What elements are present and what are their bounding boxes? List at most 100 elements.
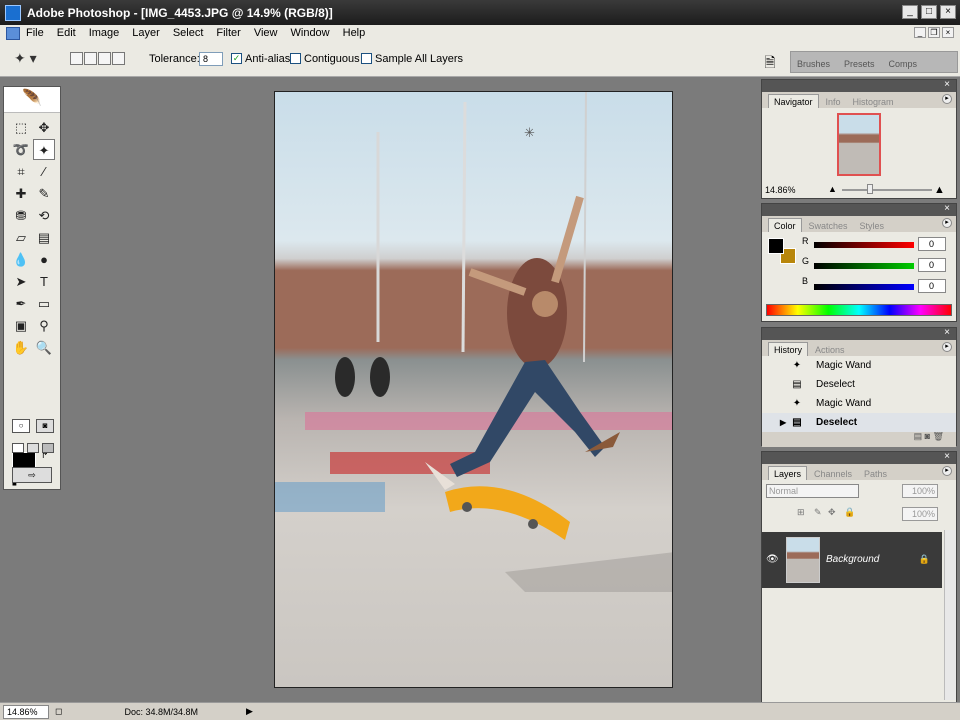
navigator-thumbnail[interactable]	[837, 113, 881, 176]
close-button[interactable]: ×	[940, 5, 956, 19]
status-icon[interactable]: ◻	[55, 706, 62, 717]
layer-row-background[interactable]: 👁 Background 🔒	[762, 532, 942, 588]
shape-tool-icon[interactable]: ▭	[33, 293, 55, 314]
tab-navigator[interactable]: Navigator	[768, 94, 819, 108]
feather-logo-icon[interactable]: 🪶	[4, 87, 60, 113]
gradient-tool-icon[interactable]: ▤	[33, 227, 55, 248]
panel-menu-icon[interactable]: ▸	[942, 342, 952, 352]
lock-all-icon[interactable]: 🔒	[844, 507, 855, 518]
menu-view[interactable]: View	[254, 27, 278, 39]
tab-color[interactable]: Color	[768, 218, 802, 232]
tab-histogram[interactable]: Histogram	[848, 95, 899, 108]
sample-all-layers-checkbox[interactable]	[361, 53, 372, 64]
screen-mode-full-icon[interactable]	[42, 443, 54, 453]
screen-mode-standard-icon[interactable]	[12, 443, 24, 453]
red-value-field[interactable]: 0	[918, 237, 946, 251]
blue-value-field[interactable]: 0	[918, 279, 946, 293]
zoom-in-icon[interactable]: ▲	[934, 184, 945, 196]
blend-mode-select[interactable]: Normal	[766, 484, 859, 498]
hand-tool-icon[interactable]: ✋	[10, 337, 32, 358]
menu-window[interactable]: Window	[291, 27, 330, 39]
menu-help[interactable]: Help	[343, 27, 366, 39]
menu-select[interactable]: Select	[173, 27, 204, 39]
tab-history[interactable]: History	[768, 342, 809, 356]
zoom-tool-icon[interactable]: 🔍	[33, 337, 55, 358]
doc-minimize-button[interactable]: _	[914, 27, 926, 38]
history-item-active[interactable]: ▶ ▤ Deselect	[762, 413, 956, 432]
well-tab-brushes[interactable]: Brushes	[797, 59, 830, 69]
move-tool-icon[interactable]: ✥	[33, 117, 55, 138]
history-item[interactable]: ✦ Magic Wand	[762, 356, 956, 375]
antialias-checkbox[interactable]: ✓	[231, 53, 242, 64]
file-browser-icon[interactable]: 🗎	[760, 52, 780, 70]
history-brush-icon[interactable]: ⟲	[33, 205, 55, 226]
slice-tool-icon[interactable]: ⁄	[33, 161, 55, 182]
status-menu-arrow-icon[interactable]: ▶	[246, 706, 253, 717]
tab-info[interactable]: Info	[821, 95, 846, 108]
tab-styles[interactable]: Styles	[855, 219, 890, 232]
history-item[interactable]: ✦ Magic Wand	[762, 394, 956, 413]
eraser-tool-icon[interactable]: ▱	[10, 227, 32, 248]
red-slider[interactable]	[814, 242, 914, 248]
menu-file[interactable]: File	[26, 27, 44, 39]
zoom-slider-thumb[interactable]	[867, 184, 873, 194]
minimize-button[interactable]: _	[902, 5, 918, 19]
clone-stamp-icon[interactable]: ⛃	[10, 205, 32, 226]
lock-position-icon[interactable]: ✥	[828, 507, 836, 518]
panel-close-icon[interactable]: ×	[762, 80, 956, 92]
history-item[interactable]: ▤ Deselect	[762, 375, 956, 394]
navigator-zoom-field[interactable]: 14.86%	[765, 185, 796, 195]
fill-field[interactable]: 100%	[902, 507, 938, 521]
tab-paths[interactable]: Paths	[859, 467, 892, 480]
tab-channels[interactable]: Channels	[809, 467, 857, 480]
green-value-field[interactable]: 0	[918, 258, 946, 272]
panel-close-icon[interactable]: ×	[762, 452, 956, 464]
navigator-zoom-slider[interactable]	[842, 189, 932, 191]
tolerance-input[interactable]: 8	[199, 52, 223, 66]
blur-tool-icon[interactable]: 💧	[10, 249, 32, 270]
contiguous-checkbox[interactable]	[290, 53, 301, 64]
brush-tool-icon[interactable]: ✎	[33, 183, 55, 204]
well-tab-presets[interactable]: Presets	[844, 59, 875, 69]
lock-transparency-icon[interactable]: ⊞	[797, 507, 805, 518]
intersect-selection-icon[interactable]	[112, 52, 125, 65]
tab-actions[interactable]: Actions	[810, 343, 850, 356]
layer-visibility-eye-icon[interactable]: 👁	[766, 554, 779, 565]
status-zoom-field[interactable]: 14.86%	[3, 704, 49, 719]
dodge-tool-icon[interactable]: ●	[33, 249, 55, 270]
notes-tool-icon[interactable]: ▣	[10, 315, 32, 336]
well-tab-comps[interactable]: Comps	[889, 59, 918, 69]
magic-wand-tool-icon[interactable]: ✦	[33, 139, 55, 160]
new-selection-icon[interactable]	[70, 52, 83, 65]
doc-restore-button[interactable]: ❐	[928, 27, 940, 38]
healing-brush-icon[interactable]: ✚	[10, 183, 32, 204]
tab-swatches[interactable]: Swatches	[804, 219, 853, 232]
magic-wand-preset-icon[interactable]: ✦ ▾	[14, 50, 52, 68]
doc-close-button[interactable]: ×	[942, 27, 954, 38]
color-spectrum-ramp[interactable]	[766, 304, 952, 316]
delete-state-icon[interactable]: 🗑	[933, 431, 944, 441]
quick-mask-icon[interactable]: ◙	[36, 419, 54, 433]
lock-paint-icon[interactable]: ✎	[814, 507, 822, 518]
zoom-out-icon[interactable]: ▲	[828, 184, 837, 194]
lasso-tool-icon[interactable]: ➰	[10, 139, 32, 160]
subtract-selection-icon[interactable]	[98, 52, 111, 65]
panel-close-icon[interactable]: ×	[762, 328, 956, 340]
panel-menu-icon[interactable]: ▸	[942, 94, 952, 104]
path-selection-icon[interactable]: ➤	[10, 271, 32, 292]
color-fg-swatch[interactable]	[768, 238, 784, 254]
type-tool-icon[interactable]: T	[33, 271, 55, 292]
new-document-from-state-icon[interactable]: ▤	[914, 431, 923, 441]
tab-layers[interactable]: Layers	[768, 466, 808, 480]
screen-mode-full-menu-icon[interactable]	[27, 443, 39, 453]
panel-menu-icon[interactable]: ▸	[942, 466, 952, 476]
pen-tool-icon[interactable]: ✒	[10, 293, 32, 314]
menu-image[interactable]: Image	[89, 27, 120, 39]
green-slider[interactable]	[814, 263, 914, 269]
layers-scrollbar[interactable]	[944, 530, 956, 700]
menu-edit[interactable]: Edit	[57, 27, 76, 39]
blue-slider[interactable]	[814, 284, 914, 290]
new-snapshot-icon[interactable]: ◙	[925, 431, 930, 441]
marquee-tool-icon[interactable]: ⬚	[10, 117, 32, 138]
document-canvas[interactable]: ✳	[274, 91, 673, 688]
